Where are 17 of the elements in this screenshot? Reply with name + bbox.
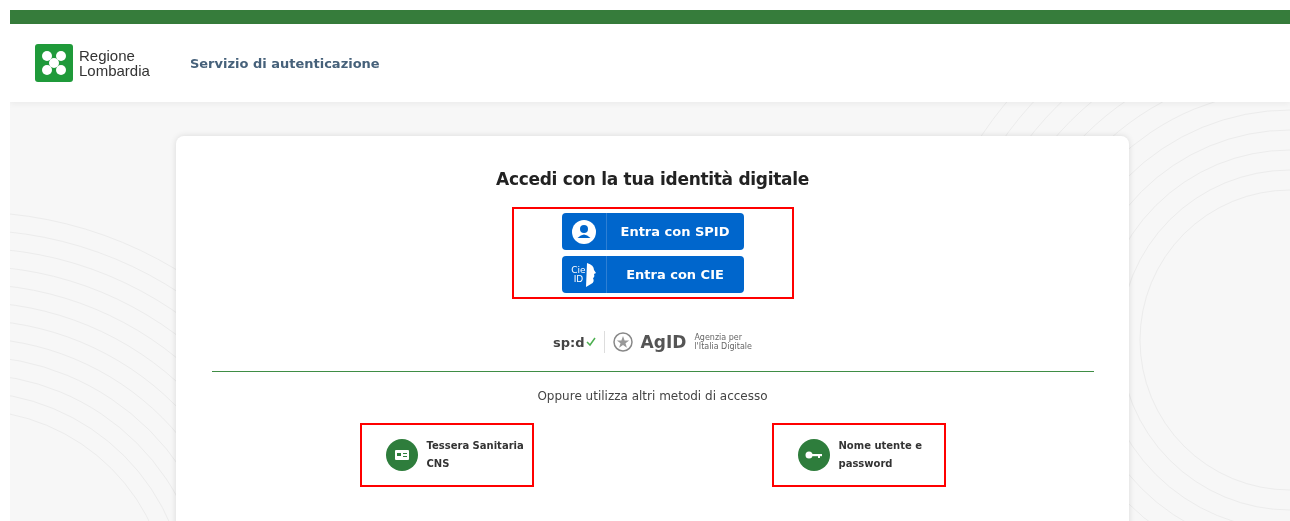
card-icon bbox=[385, 439, 418, 471]
spid-login-button[interactable]: Entra con SPID bbox=[561, 213, 744, 250]
agid-logo: AgID bbox=[640, 332, 687, 352]
key-icon bbox=[797, 439, 830, 471]
service-title: Servizio di autenticazione bbox=[189, 55, 380, 71]
user-icon bbox=[569, 217, 598, 246]
logo-icon bbox=[35, 44, 73, 82]
agid-subtitle: Agenzia per l'Italia Digitale bbox=[694, 333, 752, 351]
card-login-option[interactable]: Tessera Sanitaria CNS bbox=[385, 437, 524, 473]
alternative-caption: Oppure utilizza altri metodi di accesso bbox=[537, 389, 768, 403]
cie-login-button[interactable]: Cie ID Entra con CIE bbox=[561, 256, 744, 293]
key-login-option[interactable]: Nome utente e password bbox=[797, 437, 923, 473]
check-icon bbox=[585, 337, 596, 347]
card-title: Accedi con la tua identità digitale bbox=[496, 169, 809, 189]
spid-logo: sp:d bbox=[553, 334, 585, 350]
emblem-icon bbox=[612, 332, 633, 352]
logo-wordmark: Regione Lombardia bbox=[79, 48, 150, 78]
